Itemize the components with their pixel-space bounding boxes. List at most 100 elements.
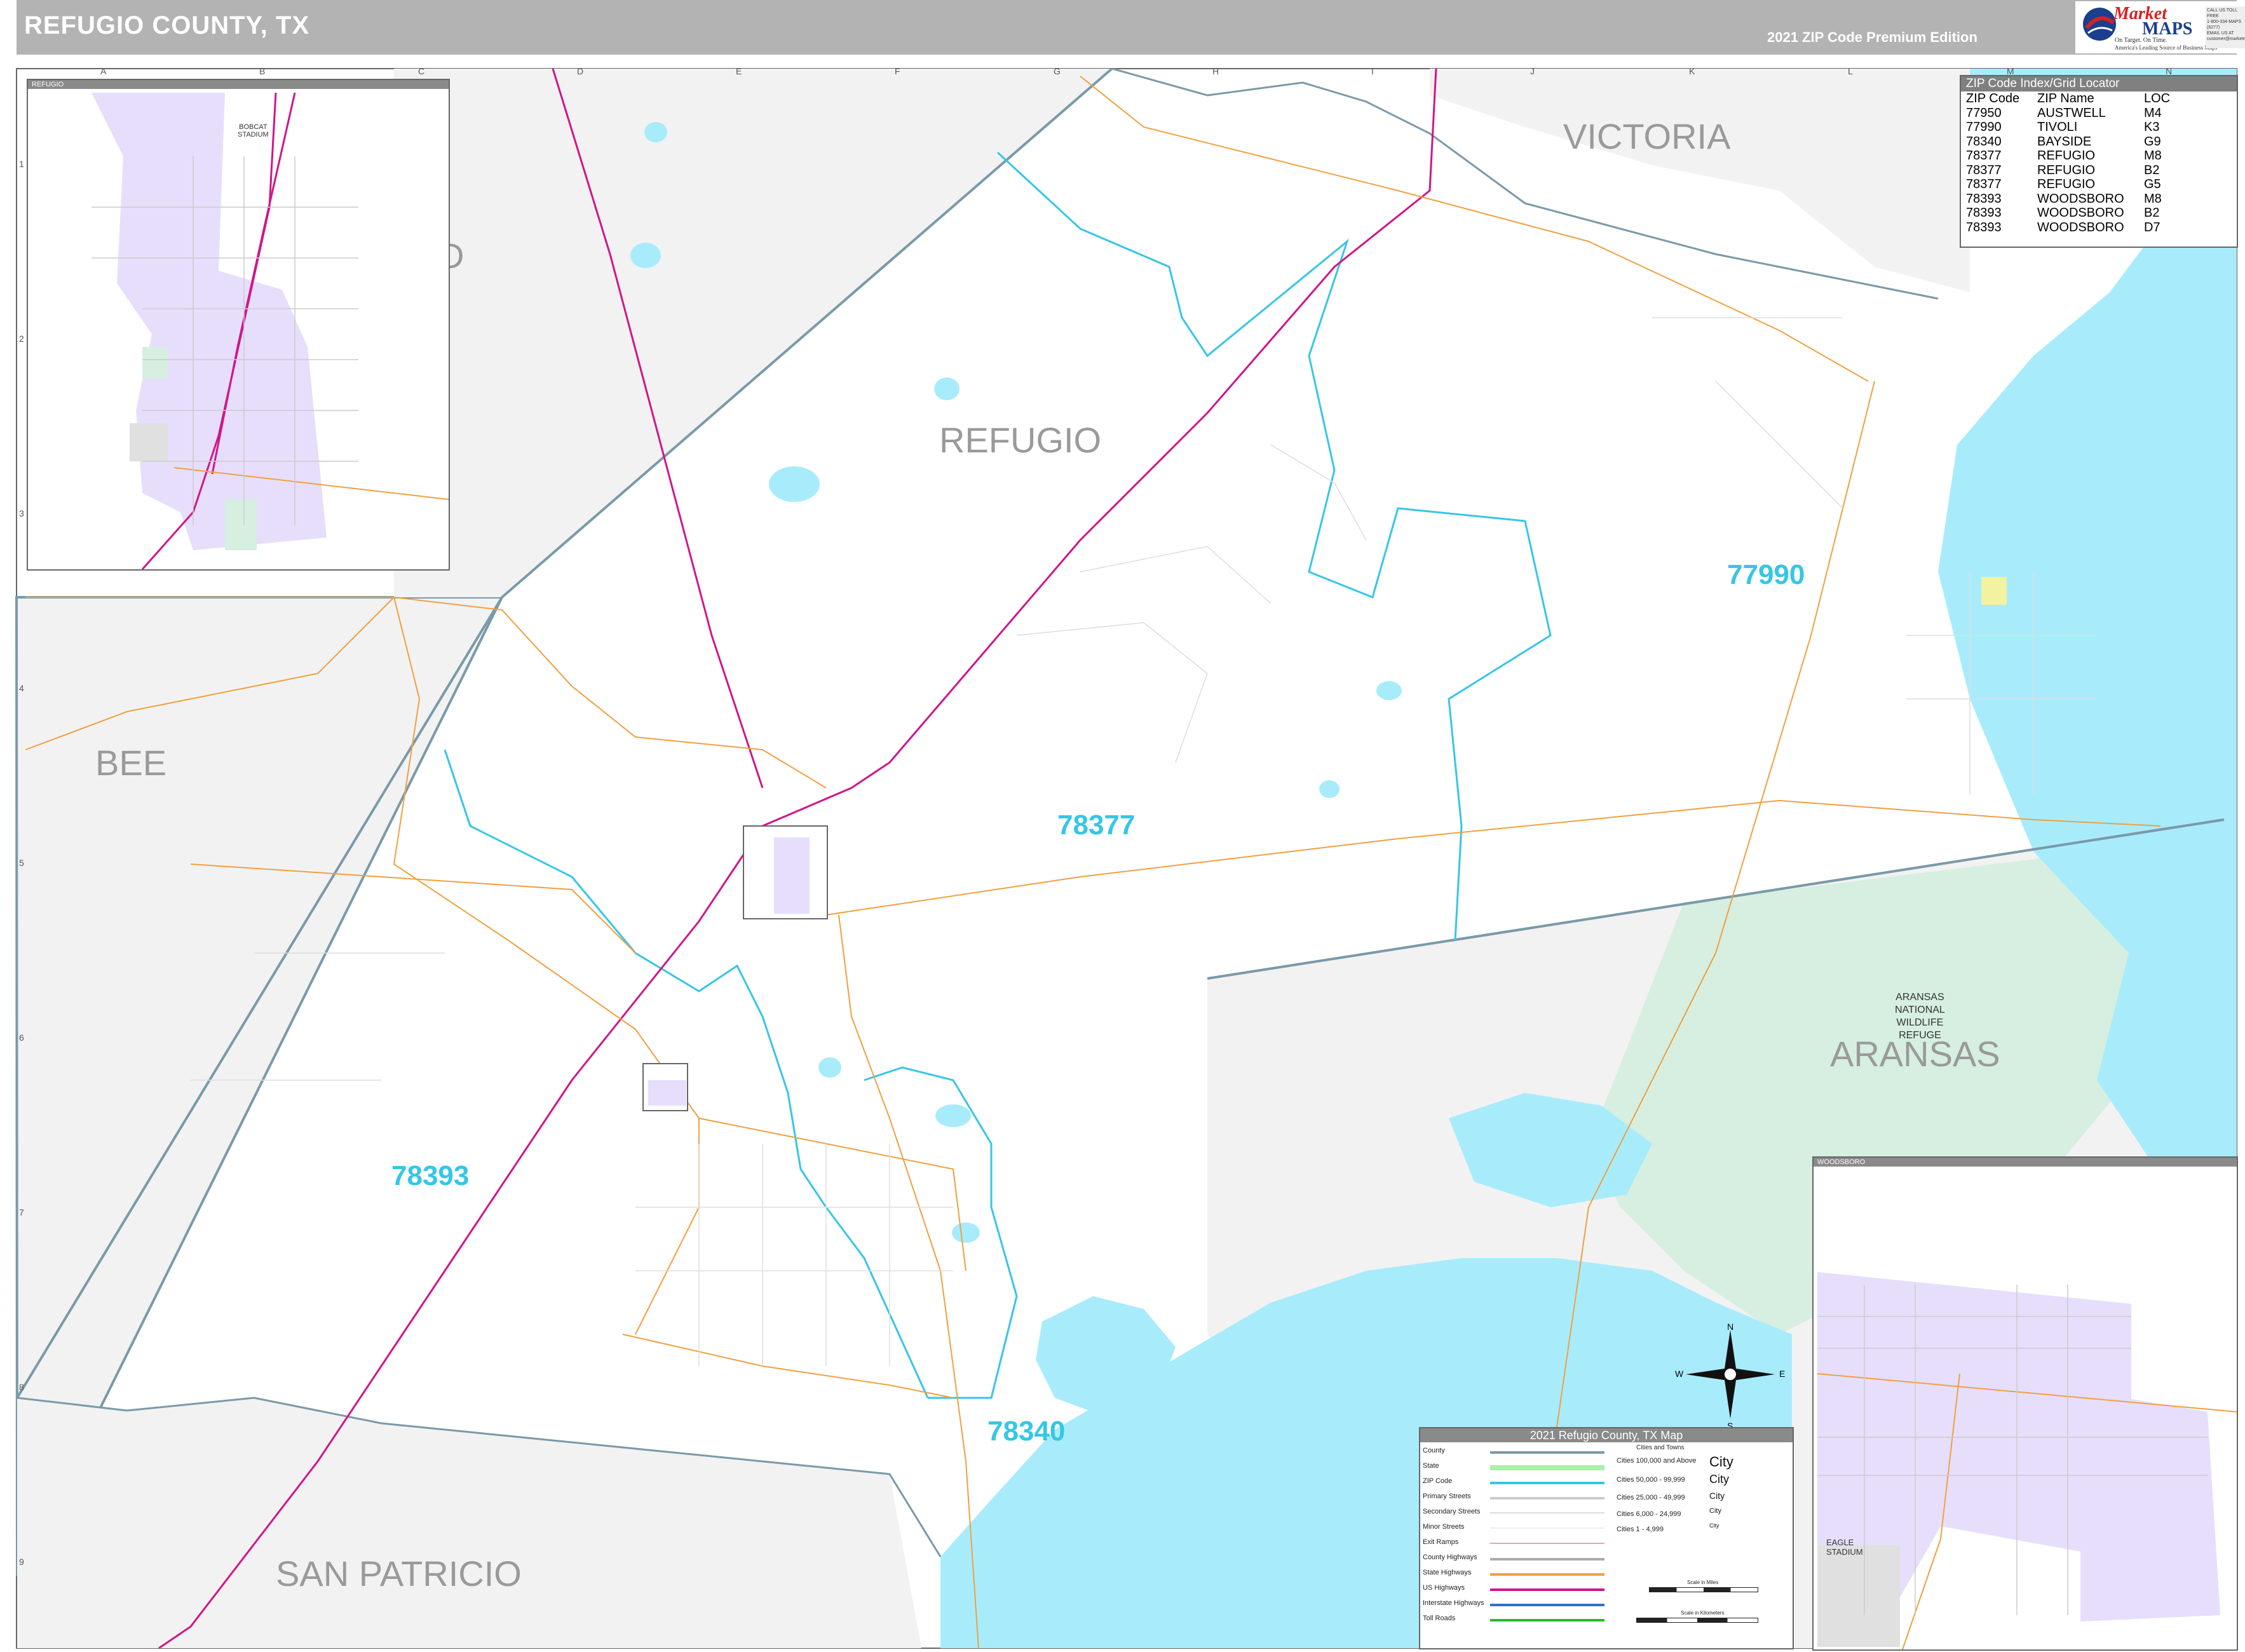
grid-row-6: 6 [19, 1032, 24, 1043]
legend-swatch [1490, 1465, 1604, 1470]
compass-n: N [1727, 1322, 1734, 1332]
map-title: REFUGIO COUNTY, TX [24, 11, 310, 39]
grid-col-b: B [259, 66, 266, 76]
legend-swatch [1490, 1527, 1604, 1529]
lake-7 [935, 1104, 971, 1127]
legend-label: County Highways [1423, 1554, 1477, 1561]
lake-1 [769, 466, 820, 502]
loc-cell: M4 [2144, 105, 2162, 120]
county-label-refugio: REFUGIO [939, 420, 1102, 460]
legend-swatch [1490, 1543, 1604, 1544]
zip-cell: 78377 [1966, 149, 2002, 163]
refuge-label-line-3: WILDLIFE [1896, 1017, 1944, 1028]
legend-swatch [1490, 1619, 1604, 1622]
market-maps-logo: Market MAPS On Target. On Time. America'… [2075, 1, 2245, 53]
table-row: 78393 WOODSBORO B2 [1964, 206, 2173, 220]
zip-index-table: ZIP Code ZIP Name LOC 77950 AUSTWELL M4 77… [1964, 91, 2173, 234]
legend-city-range: Cities 1 - 4,999 [1617, 1526, 1664, 1533]
logo-contact-line-2: 1-800-334-MAPS (6277) [2207, 20, 2242, 30]
legend-label: Primary Streets [1423, 1493, 1471, 1500]
legend-scale-km-bar [1636, 1618, 1758, 1623]
county-label-victoria: VICTORIA [1563, 116, 1731, 156]
loc-cell: B2 [2144, 206, 2160, 220]
zip-index-header-row: ZIP Code ZIP Name LOC [1964, 91, 2173, 106]
legend-label: Toll Roads [1423, 1615, 1456, 1622]
lake-2 [934, 377, 960, 400]
compass-e: E [1779, 1369, 1786, 1379]
grid-col-g: G [1054, 66, 1061, 76]
legend-row-toll: Toll Roads [1420, 1613, 1611, 1628]
logo-contact-line-1: CALL US TOLL FREE [2207, 8, 2237, 18]
legend-scale-miles-label: Scale in Miles [1687, 1580, 1719, 1585]
loc-cell: G9 [2144, 134, 2161, 149]
legend-row-county-hwy: County Highways [1420, 1552, 1611, 1567]
legend-row-ramps: Exit Ramps [1420, 1536, 1611, 1552]
zip-label-78377: 78377 [1057, 809, 1136, 841]
refugio-inset-cemetery [130, 423, 168, 461]
zip-cell: 78377 [1966, 163, 2002, 177]
legend-city-sample: City [1709, 1522, 1719, 1529]
legend-row-interstate: Interstate Highways [1420, 1597, 1611, 1613]
legend-row-minor: Minor Streets [1420, 1521, 1611, 1536]
zip-index-col-loc: LOC [2144, 91, 2171, 105]
zip-cell: 77950 [1966, 105, 2002, 120]
legend-city-range: Cities 25,000 - 49,999 [1617, 1494, 1685, 1501]
legend-row-secondary: Secondary Streets [1420, 1506, 1611, 1521]
legend-city-row: Cities 25,000 - 49,999 City [1614, 1491, 1792, 1507]
name-cell: WOODSBORO [2037, 191, 2124, 206]
legend-row-state-hwy: State Highways [1420, 1567, 1611, 1582]
lake-3 [630, 243, 661, 268]
legend-row-us-hwy: US Highways [1420, 1582, 1611, 1597]
loc-cell: G5 [2144, 177, 2161, 191]
county-label-bee: BEE [95, 743, 167, 783]
legend-label: State Highways [1423, 1569, 1472, 1576]
legend-city-row: Cities 100,000 and Above City [1614, 1454, 1792, 1470]
bobcat-stadium-line-2: STADIUM [238, 131, 269, 139]
legend-row-zip: ZIP Code [1420, 1475, 1611, 1491]
eagle-stadium-line-1: EAGLE [1826, 1538, 1854, 1547]
legend-label: County [1423, 1447, 1445, 1454]
legend-label: ZIP Code [1423, 1477, 1453, 1485]
bobcat-stadium-label: BOBCAT STADIUM [238, 123, 269, 139]
refugio-inset-drawing [92, 92, 449, 569]
legend-city-range: Cities 100,000 and Above [1617, 1457, 1697, 1465]
legend-title: 2021 Refugio County, TX Map [1420, 1428, 1793, 1442]
grid-row-4: 4 [19, 683, 24, 693]
loc-cell: M8 [2144, 149, 2162, 163]
legend-label: Secondary Streets [1423, 1508, 1481, 1515]
table-row: 77950 AUSTWELL M4 [1964, 106, 2173, 121]
woodsboro-inset-title: WOODSBORO [1814, 1158, 2237, 1167]
grid-row-1: 1 [19, 159, 24, 169]
legend-city-sample: City [1709, 1491, 1725, 1501]
map-header: REFUGIO COUNTY, TX 2021 ZIP Code Premium… [17, 0, 2245, 55]
lake-4 [644, 122, 667, 142]
name-cell: TIVOLI [2037, 120, 2078, 134]
table-row: 77990 TIVOLI K3 [1964, 120, 2173, 135]
logo-contact-box: CALL US TOLL FREE 1-800-334-MAPS (6277) … [2206, 6, 2245, 48]
woodsboro-inset-drawing [1817, 1272, 2237, 1649]
logo-tagline: On Target. On Time. [2115, 37, 2167, 44]
legend-city-row: Cities 6,000 - 24,999 City [1614, 1507, 1792, 1524]
grid-col-a: A [100, 66, 107, 76]
name-cell: AUSTWELL [2037, 105, 2106, 120]
grid-col-f: F [895, 66, 900, 76]
legend-city-sample: City [1709, 1507, 1721, 1515]
legend-cities-header: Cities and Towns [1636, 1444, 1685, 1451]
grid-col-j: J [1530, 66, 1535, 76]
legend-swatch [1490, 1558, 1604, 1561]
grid-col-i: I [1371, 66, 1374, 76]
legend-swatch [1490, 1604, 1604, 1606]
logo-contact-line-3: EMAIL US AT [2207, 31, 2234, 36]
grid-col-e: E [736, 66, 742, 76]
name-cell: REFUGIO [2037, 163, 2096, 177]
legend-scale-km-label: Scale in Kilometers [1681, 1610, 1725, 1616]
grid-row-7: 7 [19, 1207, 24, 1217]
refugio-inset-park-1 [142, 347, 168, 379]
legend-label: Minor Streets [1423, 1523, 1465, 1531]
zip-index-col-zip: ZIP Code [1966, 91, 2020, 105]
zip-label-78340: 78340 [987, 1416, 1066, 1447]
grid-row-5: 5 [19, 858, 24, 868]
refugio-inset-park-2 [225, 499, 257, 550]
grid-col-l: L [1848, 66, 1853, 76]
zip-cell: 78393 [1966, 191, 2002, 206]
